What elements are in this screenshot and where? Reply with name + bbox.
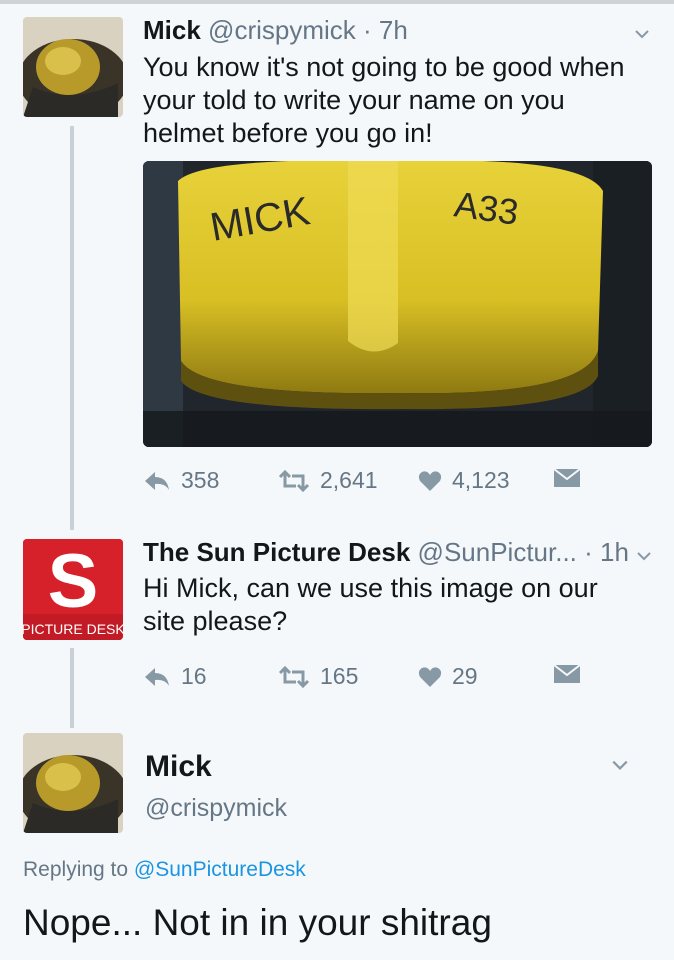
retweet-count: 165 (320, 663, 359, 689)
top-divider (0, 0, 674, 4)
separator-dot: · (576, 537, 601, 567)
like-count: 4,123 (452, 467, 510, 493)
thread-connector (70, 648, 74, 728)
message-action[interactable] (553, 467, 591, 489)
author-name[interactable]: Mick (143, 15, 201, 45)
direct-message-icon (553, 468, 581, 487)
like-action[interactable]: 29 (418, 663, 478, 690)
thread-connector (70, 126, 74, 530)
like-action[interactable]: 4,123 (418, 467, 510, 494)
avatar-mick[interactable] (23, 733, 123, 833)
tweet-text-line: your told to write your name on you (143, 85, 565, 115)
reply-icon (145, 667, 169, 686)
replying-to: Replying to @SunPictureDesk (23, 858, 306, 882)
like-count: 29 (452, 663, 478, 689)
replying-to-label: Replying to (23, 858, 129, 881)
sun-logo-text: PICTURE DESK (23, 621, 123, 637)
retweet-icon (278, 469, 310, 492)
reply-count: 358 (181, 467, 220, 493)
tweet-text-line: helmet before you go in! (143, 118, 433, 148)
chevron-down-icon[interactable] (636, 548, 652, 564)
tweet-text-line: Hi Mick, can we use this image on our (143, 573, 598, 603)
heart-icon (418, 666, 442, 687)
tweet2-header: The Sun Picture Desk @SunPictur... · 1h (143, 537, 629, 568)
mention-link[interactable]: @SunPictureDesk (134, 858, 306, 881)
reply-action[interactable]: 358 (143, 467, 219, 494)
avatar-mick[interactable] (23, 17, 123, 117)
author-handle[interactable]: @SunPictur... (418, 537, 577, 567)
tweet2-actions: 16 165 29 (143, 663, 653, 693)
tweet3-text: Nope... Not in in your shitrag (23, 902, 492, 943)
tweet1-header: Mick @crispymick · 7h (143, 15, 408, 46)
timestamp[interactable]: 7h (379, 15, 408, 45)
retweet-action[interactable]: 2,641 (278, 467, 378, 494)
timestamp[interactable]: 1h (600, 537, 629, 567)
message-action[interactable] (553, 663, 591, 685)
tweet2-text: Hi Mick, can we use this image on our si… (143, 572, 653, 638)
retweet-action[interactable]: 165 (278, 663, 358, 690)
tweet-text-line: site please? (143, 606, 288, 636)
avatar-sun-picture-desk[interactable]: S PICTURE DESK (23, 539, 123, 640)
tweet-text-line: You know it's not going to be good when (143, 52, 625, 82)
chevron-down-icon[interactable] (609, 756, 631, 774)
direct-message-icon (553, 664, 581, 683)
tweet-photo-helmet[interactable]: MICK A33 (143, 161, 652, 447)
tweet1-actions: 358 2,641 4,123 (143, 467, 653, 497)
chevron-down-icon[interactable] (634, 26, 650, 42)
separator-dot: · (355, 15, 379, 45)
sun-logo-letter: S (48, 539, 99, 624)
tweet1-text: You know it's not going to be good when … (143, 51, 653, 150)
author-handle[interactable]: @crispymick (145, 794, 287, 823)
reply-action[interactable]: 16 (143, 663, 207, 690)
reply-icon (145, 471, 169, 490)
retweet-icon (278, 665, 310, 688)
author-handle[interactable]: @crispymick (208, 15, 356, 45)
author-name[interactable]: Mick (145, 750, 212, 784)
heart-icon (418, 470, 442, 491)
retweet-count: 2,641 (320, 467, 378, 493)
reply-count: 16 (181, 663, 207, 689)
author-name[interactable]: The Sun Picture Desk (143, 537, 410, 567)
